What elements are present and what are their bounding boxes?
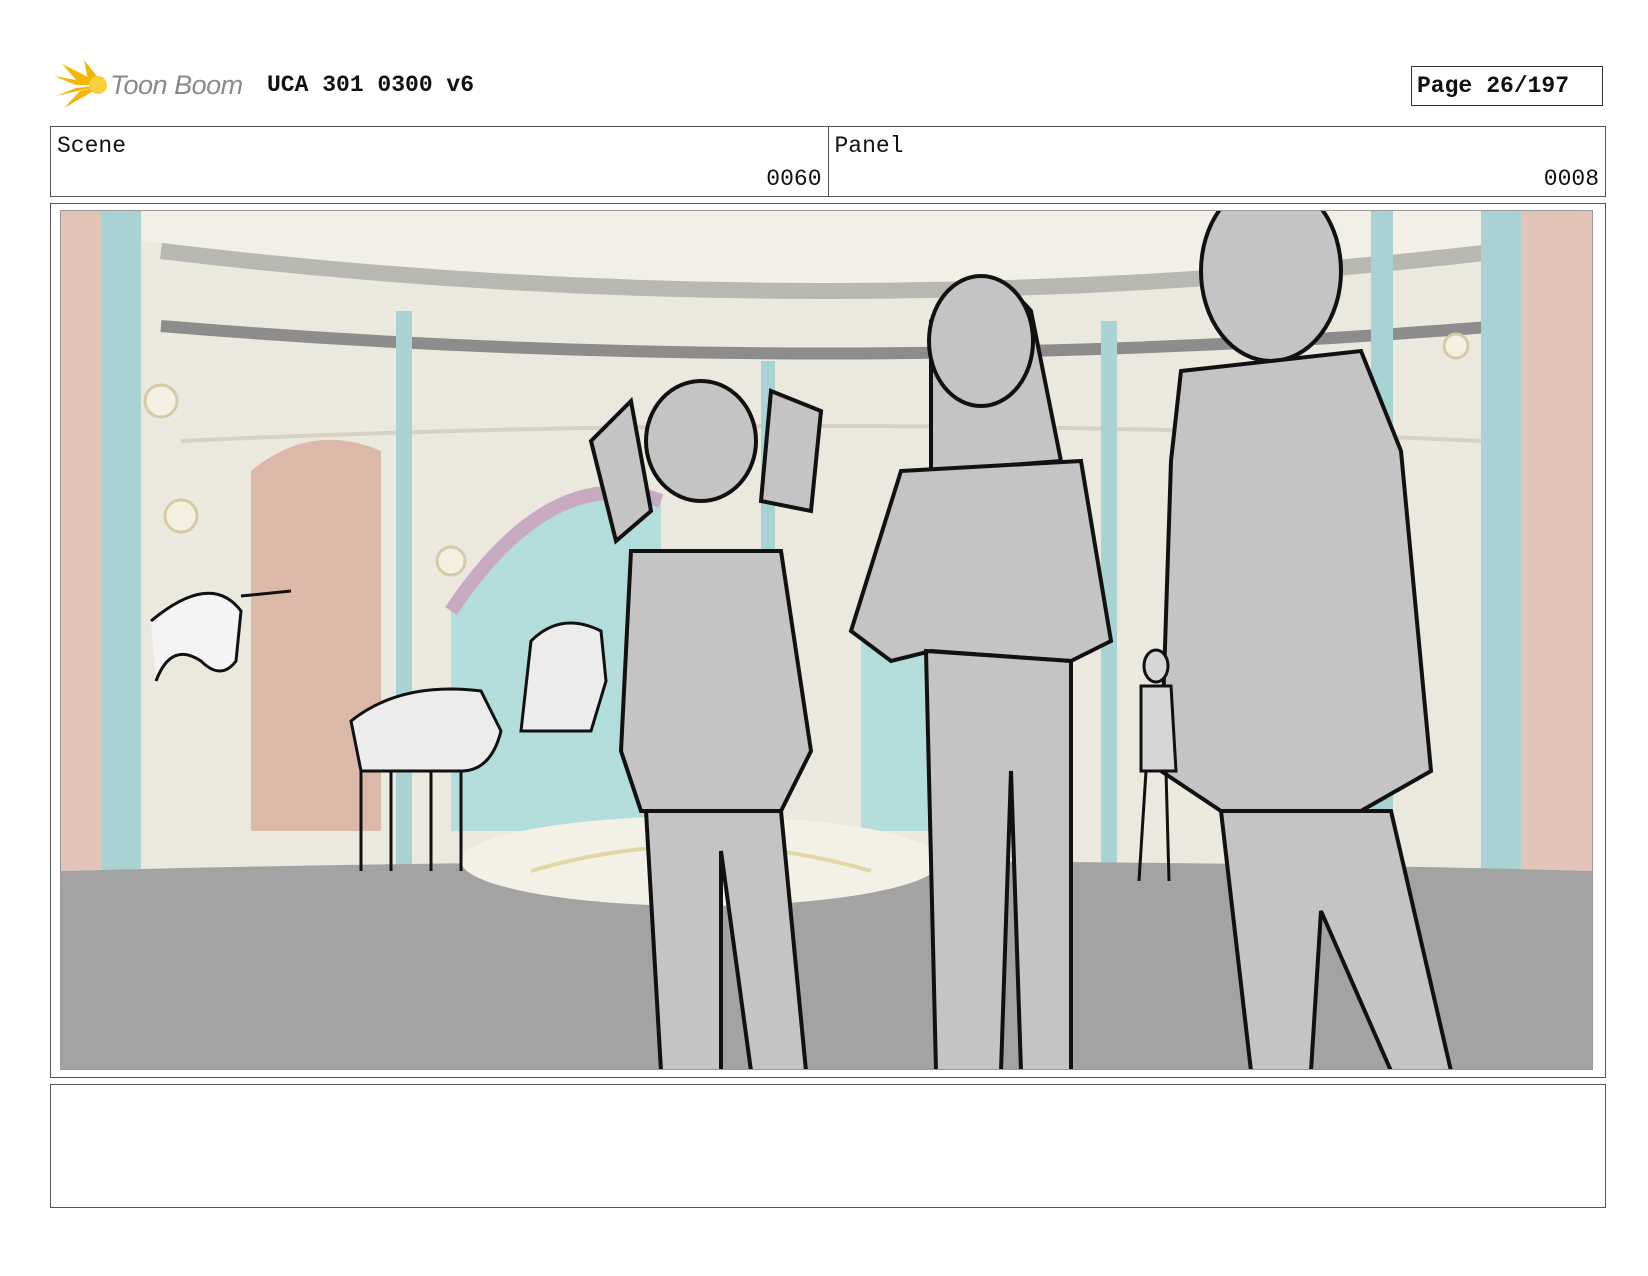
- storyboard-panel-image: [60, 210, 1593, 1070]
- panel-notes-box: [50, 1084, 1606, 1208]
- page-number: 26/197: [1486, 73, 1570, 99]
- panel-value: 0008: [1543, 166, 1599, 192]
- document-title: UCA 301 0300 v6: [267, 72, 475, 98]
- page-label: Page: [1417, 73, 1473, 99]
- logo-text: Toon Boom: [110, 70, 243, 100]
- panel-label: Panel: [834, 133, 904, 159]
- scene-panel-info: Scene 0060 Panel 0008: [50, 126, 1606, 197]
- starburst-icon: [54, 60, 107, 108]
- scene-label: Scene: [57, 133, 127, 159]
- scene-value: 0060: [766, 166, 822, 192]
- scene-cell: Scene 0060: [51, 127, 828, 196]
- page-indicator: Page 26/197: [1411, 66, 1603, 106]
- panel-cell: Panel 0008: [827, 127, 1606, 196]
- toon-boom-logo: Toon Boom: [54, 58, 254, 112]
